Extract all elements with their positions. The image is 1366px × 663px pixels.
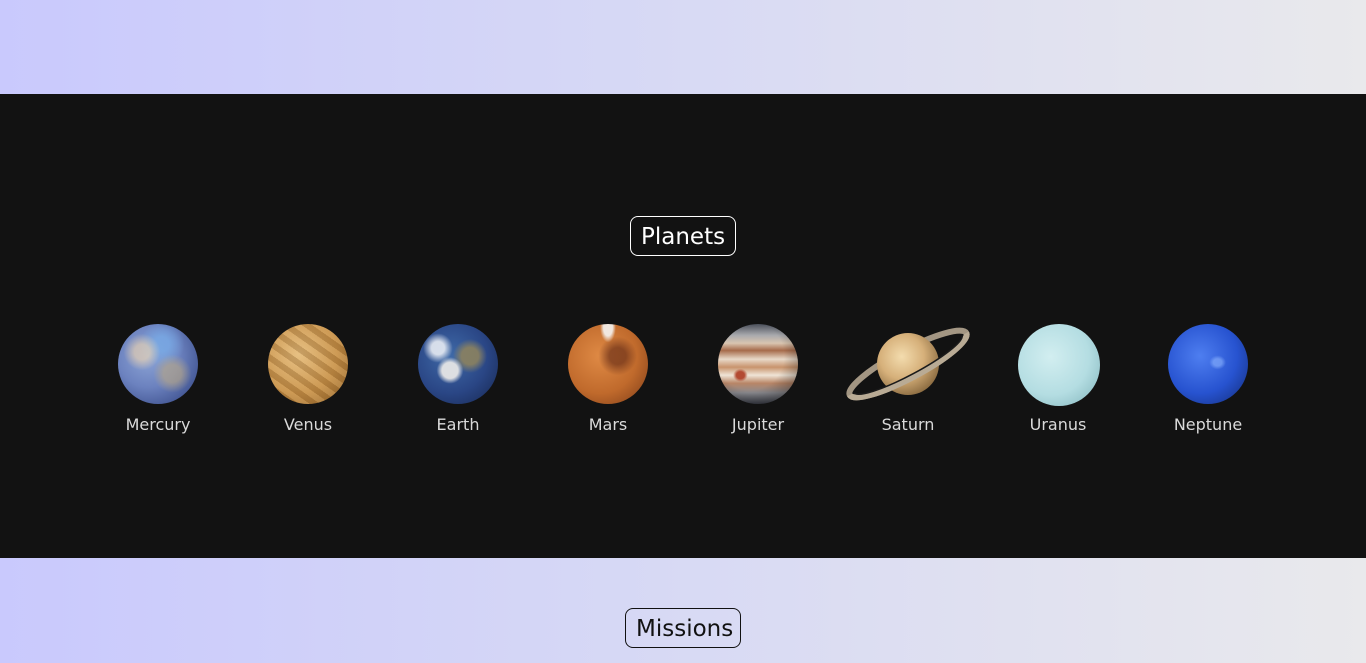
- planet-name-mars: Mars: [588, 415, 628, 434]
- top-gradient-band: [0, 0, 1366, 94]
- planet-venus[interactable]: Venus: [233, 322, 383, 438]
- neptune-planet-image[interactable]: [1168, 324, 1248, 404]
- missions-heading: Missions: [625, 608, 741, 648]
- planet-earth[interactable]: Earth: [383, 322, 533, 438]
- planet-mars[interactable]: Mars: [533, 322, 683, 438]
- planet-jupiter[interactable]: Jupiter: [683, 322, 833, 438]
- planet-name-earth: Earth: [436, 415, 480, 434]
- planets-heading: Planets: [630, 216, 736, 256]
- planet-name-venus: Venus: [283, 415, 333, 434]
- planets-section: Planets Mercury Venus Earth Mars Jupiter: [0, 94, 1366, 558]
- saturn-planet-image[interactable]: [833, 322, 983, 412]
- earth-planet-image[interactable]: [418, 324, 498, 404]
- planet-name-saturn: Saturn: [881, 415, 935, 434]
- venus-planet-image[interactable]: [268, 324, 348, 404]
- planet-name-neptune: Neptune: [1173, 415, 1243, 434]
- planet-name-mercury: Mercury: [125, 415, 191, 434]
- planet-name-jupiter: Jupiter: [731, 415, 785, 434]
- planet-name-uranus: Uranus: [1029, 415, 1087, 434]
- mars-planet-image[interactable]: [568, 324, 648, 404]
- uranus-planet-image[interactable]: [1018, 324, 1100, 406]
- planet-mercury[interactable]: Mercury: [83, 322, 233, 438]
- mercury-planet-image[interactable]: [118, 324, 198, 404]
- planet-uranus[interactable]: Uranus: [983, 322, 1133, 438]
- jupiter-shading: [718, 324, 798, 404]
- missions-section: Missions: [0, 558, 1366, 663]
- planet-neptune[interactable]: Neptune: [1133, 322, 1283, 438]
- planet-saturn[interactable]: Saturn: [833, 322, 983, 438]
